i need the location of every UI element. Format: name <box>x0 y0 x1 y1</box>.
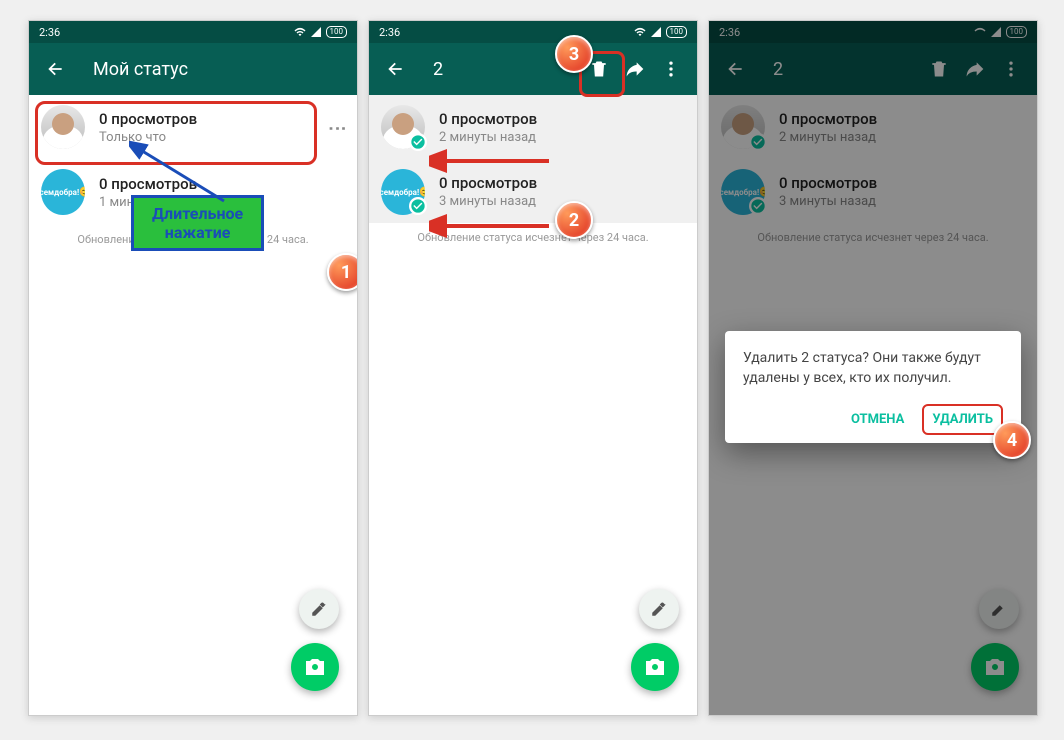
page-title: Мой статус <box>93 59 349 80</box>
selection-appbar: 2 <box>369 43 697 95</box>
camera-fab[interactable] <box>291 643 339 691</box>
status-views: 0 просмотров <box>99 110 329 128</box>
more-icon[interactable] <box>659 57 683 81</box>
back-arrow-icon[interactable] <box>43 57 67 81</box>
delete-dialog: Удалить 2 статуса? Они также будут удале… <box>725 331 1021 443</box>
step-bubble-1: 1 <box>327 253 358 291</box>
pencil-fab[interactable] <box>299 589 339 629</box>
step-bubble-4: 4 <box>993 421 1031 459</box>
clock-time: 2:36 <box>39 26 60 39</box>
annotation-arrow-icon <box>429 141 569 181</box>
phone-screen-1: 2:36 100 Мой статус 0 просмотров Только … <box>28 20 358 716</box>
forward-icon[interactable] <box>623 57 647 81</box>
check-icon <box>409 133 427 151</box>
avatar <box>41 105 85 149</box>
battery-level: 100 <box>326 26 348 38</box>
android-statusbar: 2:36 100 <box>29 21 357 43</box>
more-icon[interactable]: ⋮ <box>327 119 348 135</box>
clock-time: 2:36 <box>379 26 400 39</box>
pencil-fab[interactable] <box>639 589 679 629</box>
avatar: Всем добра! 😊 <box>41 169 85 215</box>
signal-icon <box>650 26 662 38</box>
cancel-button[interactable]: ОТМЕНА <box>841 404 914 435</box>
appbar: Мой статус <box>29 43 357 95</box>
back-arrow-icon[interactable] <box>383 57 407 81</box>
step-bubble-2: 2 <box>555 201 593 239</box>
check-icon <box>409 197 427 215</box>
phone-screen-3: 2:36 100 2 0 просмотров 2 минуты назад <box>708 20 1038 716</box>
dialog-message: Удалить 2 статуса? Они также будут удале… <box>743 349 1003 388</box>
wifi-icon <box>634 26 646 38</box>
annotation-arrow-icon <box>129 141 249 211</box>
annotation-arrow-icon <box>429 206 569 246</box>
signal-icon <box>310 26 322 38</box>
android-statusbar: 2:36 100 <box>369 21 697 43</box>
wifi-icon <box>294 26 306 38</box>
battery-level: 100 <box>666 26 688 38</box>
delete-button[interactable]: УДАЛИТЬ <box>922 404 1003 435</box>
camera-fab[interactable] <box>631 643 679 691</box>
step-bubble-3: 3 <box>555 35 593 73</box>
status-views: 0 просмотров <box>439 110 685 128</box>
phone-screen-2: 2:36 100 2 0 просмотров 2 минуты назад В… <box>368 20 698 716</box>
